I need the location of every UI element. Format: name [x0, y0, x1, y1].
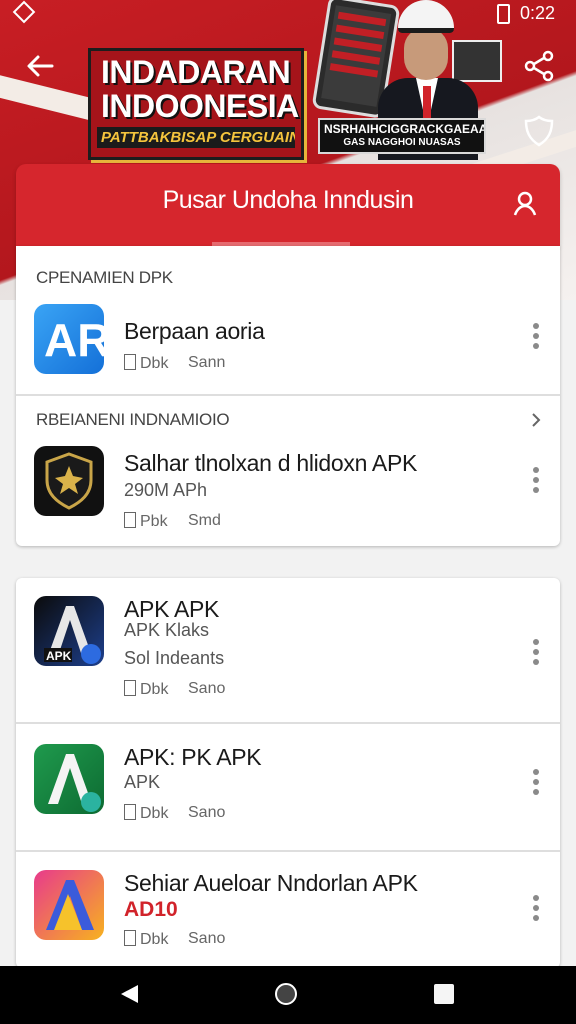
app-icon: AR [34, 304, 104, 374]
share-icon[interactable] [522, 50, 556, 82]
app-icon [34, 744, 104, 814]
app-detail: AD10 [124, 898, 178, 921]
status-bar: 0:22 [0, 0, 576, 26]
user-icon[interactable] [510, 188, 540, 218]
featured-card: CPENAMIEN DPK AR Berpaan aoria Dbk Sann R… [16, 246, 560, 546]
more-vert-icon[interactable] [526, 320, 546, 352]
diamond-icon [12, 0, 36, 24]
hero-nameplate: NSRHAIHCIGGRACKGAEAAS GAS NAGGHOI NUASAS [318, 118, 486, 154]
app-detail: Sol Indeants [124, 648, 225, 668]
app-icon [34, 870, 104, 940]
section-heading: RBEIANENI INDNAMIOIO [36, 410, 230, 429]
badge-icon[interactable] [522, 114, 556, 148]
app-name: Salhar tlnolxan d hlidoxn APK [124, 450, 418, 476]
more-vert-icon[interactable] [526, 766, 546, 798]
hero-headline-box: INDADARAN INDOONESIA PATTBAKBISAP CERGUA… [88, 48, 304, 160]
back-arrow-icon[interactable] [24, 50, 56, 82]
app-detail: APK [124, 772, 161, 792]
app-name: APK: PK APK [124, 744, 262, 770]
app-list-card: APK APK APK APK Klaks Sol Indeants Dbk Sa… [16, 578, 560, 968]
app-meta: Dbk Sano [124, 930, 225, 949]
nameplate-line: NSRHAIHCIGGRACKGAEAAS [324, 122, 486, 136]
svg-text:APK: APK [46, 649, 72, 663]
app-icon: APK [34, 596, 104, 666]
more-vert-icon[interactable] [526, 892, 546, 924]
app-meta: Dbk Sann [124, 354, 225, 373]
chevron-right-icon[interactable] [528, 412, 544, 428]
app-detail: 290M APh [124, 480, 208, 500]
app-meta: Dbk Sano [124, 680, 225, 699]
nameplate-line: GAS NAGGHOI NUASAS [343, 137, 461, 148]
app-icon [34, 446, 104, 516]
system-nav-bar [0, 966, 576, 1024]
status-time: 0:22 [520, 3, 556, 23]
nav-home-icon[interactable] [275, 983, 297, 1005]
svg-text:AR: AR [44, 314, 104, 366]
app-name: Sehiar Aueloar Nndorlan APK [124, 870, 418, 896]
app-header: Pusar Undoha Inndusin [16, 164, 560, 246]
more-vert-icon[interactable] [526, 636, 546, 668]
app-name: Berpaan aoria [124, 318, 265, 344]
battery-icon [497, 4, 510, 24]
more-vert-icon[interactable] [526, 464, 546, 496]
app-detail: APK Klaks [124, 620, 210, 640]
divider [16, 394, 560, 396]
app-meta: Dbk Sano [124, 804, 225, 823]
app-meta: Pbk Smd [124, 512, 221, 531]
section-heading: CPENAMIEN DPK [36, 268, 173, 287]
hero-headline: INDOONESIA [101, 88, 299, 124]
hero-headline: INDADARAN [101, 54, 291, 90]
divider [16, 850, 560, 852]
nav-recents-icon[interactable] [434, 984, 454, 1004]
hero-tagline: PATTBAKBISAP CERGUAIN! [97, 127, 295, 148]
divider [16, 722, 560, 724]
app-name: APK APK [124, 596, 220, 622]
nav-back-icon[interactable] [118, 983, 140, 1005]
page-title: Pusar Undoha Inndusin [162, 186, 414, 214]
